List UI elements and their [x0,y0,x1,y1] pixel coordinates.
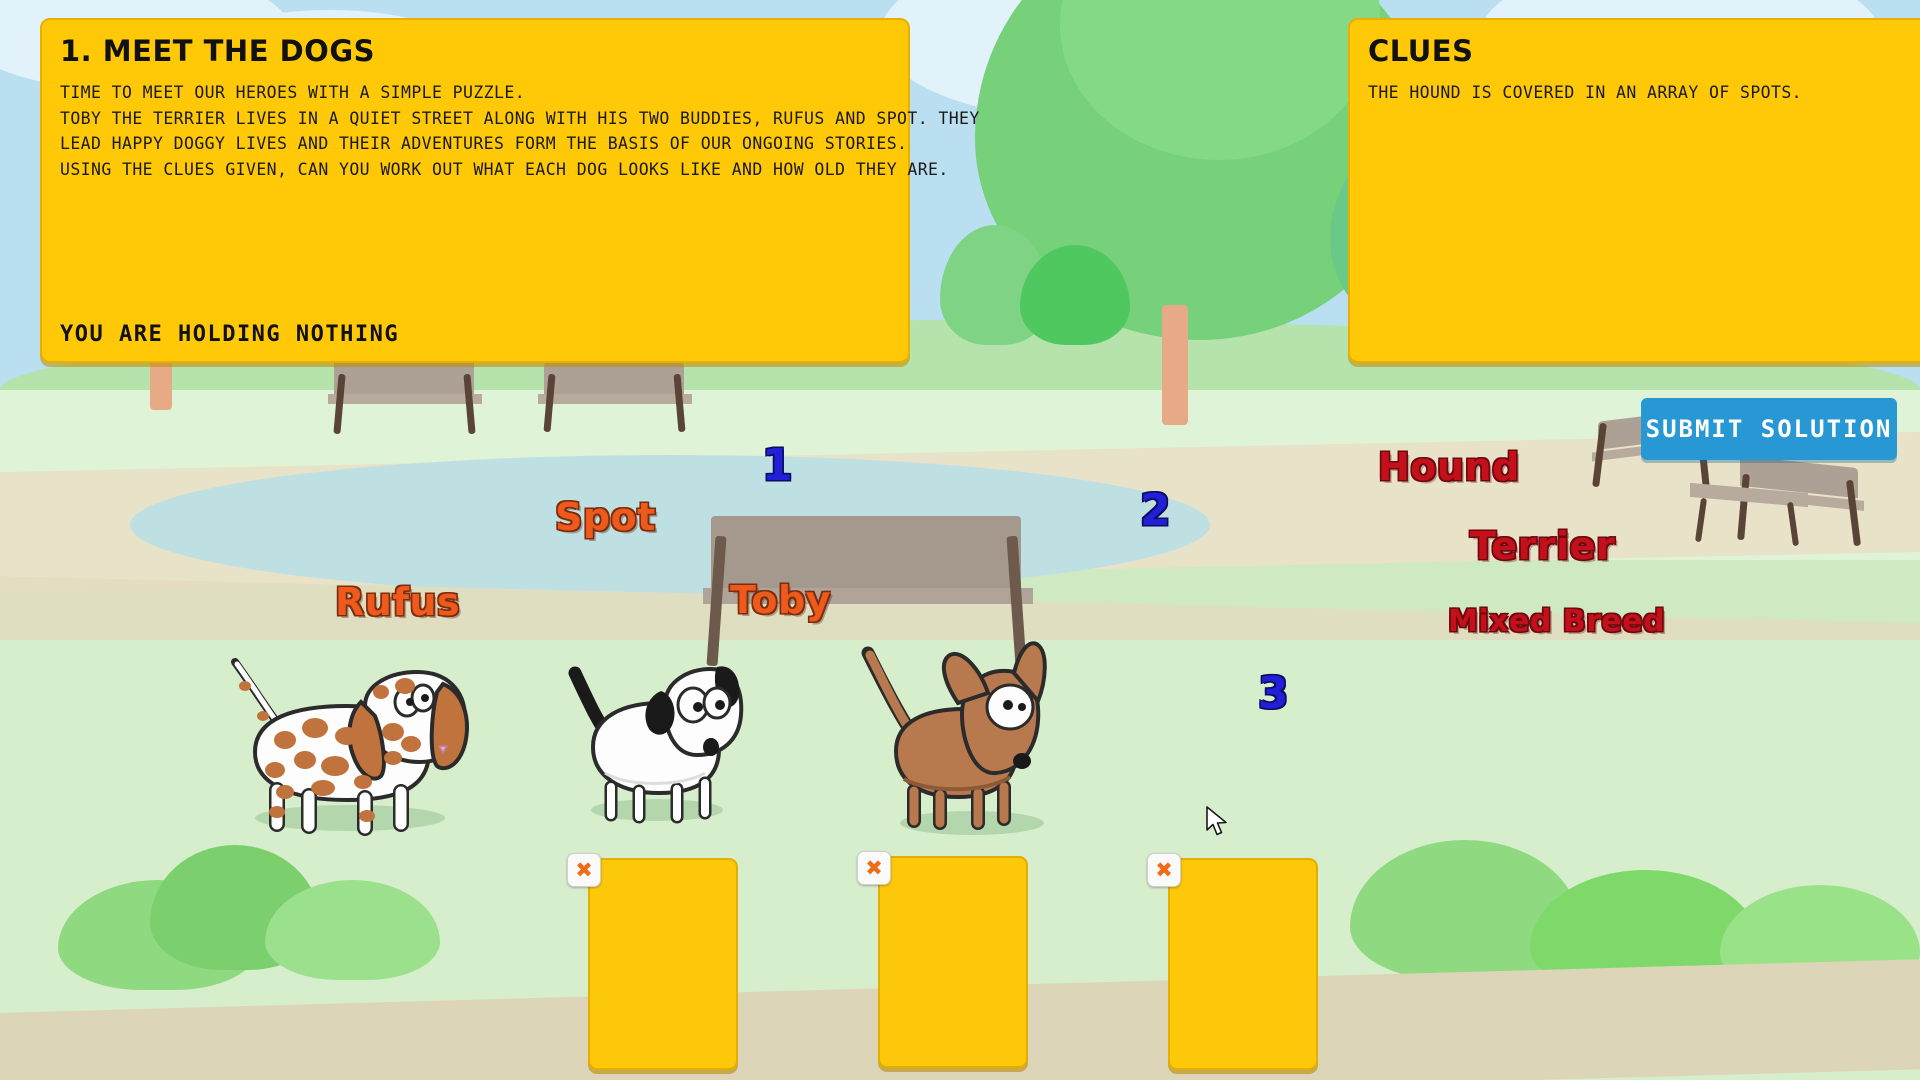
instructions-panel: 1. Meet the Dogs Time to meet our heroes… [40,18,980,363]
label-name-rufus[interactable]: Rufus [335,580,460,624]
bench-back-left [320,360,490,435]
label-number-3[interactable]: 3 [1258,668,1289,719]
clear-slot-2-button[interactable]: ✖ [857,851,891,885]
instructions-line-1: Time to meet our heroes with a simple pu… [60,83,526,102]
clues-panel: Clues The hound is covered in an array o… [1348,18,1920,363]
label-number-2[interactable]: 2 [1140,485,1171,536]
instructions-line-2: Toby the terrier lives in a quiet street… [60,108,980,128]
instructions-body: Time to meet our heroes with a simple pu… [60,80,980,182]
answer-slot-2[interactable]: ✖ [857,851,1028,1068]
bench-back-right [530,362,700,433]
pond-water [130,455,1210,595]
picnic-table-right [1690,478,1810,547]
clue-line-1: The hound is covered in an array of spot… [1368,83,1803,102]
label-name-spot[interactable]: Spot [555,495,656,539]
label-breed-mixed[interactable]: Mixed Breed [1448,604,1665,639]
holding-status-text: You are holding nothing [60,322,400,347]
instructions-line-3: lead happy doggy lives and their adventu… [60,134,908,154]
dog-white-mixed[interactable] [565,655,745,824]
label-breed-terrier[interactable]: Terrier [1470,524,1615,568]
answer-slot-1[interactable]: ✖ [567,853,738,1070]
instructions-line-4: Using the clues given, can you work out … [60,159,949,179]
dog-brown-terrier[interactable] [861,641,1052,835]
label-breed-hound[interactable]: Hound [1378,445,1520,489]
submit-solution-button[interactable]: Submit Solution [1641,398,1897,460]
clues-title: Clues [1368,34,1474,68]
label-name-toby[interactable]: Toby [730,578,831,622]
clear-slot-1-button[interactable]: ✖ [567,853,601,887]
game-stage: Rufus Spot Toby Hound Terrier Mixed Bree… [0,0,1920,1080]
dog-hound-spotted[interactable] [215,640,475,836]
instructions-title: 1. Meet the Dogs [60,34,376,68]
tree-trunk-center [1162,305,1188,425]
answer-slot-3[interactable]: ✖ [1147,853,1318,1070]
clues-body: The hound is covered in an array of spot… [1368,80,1920,106]
clear-slot-3-button[interactable]: ✖ [1147,853,1181,887]
label-number-1[interactable]: 1 [762,440,793,491]
